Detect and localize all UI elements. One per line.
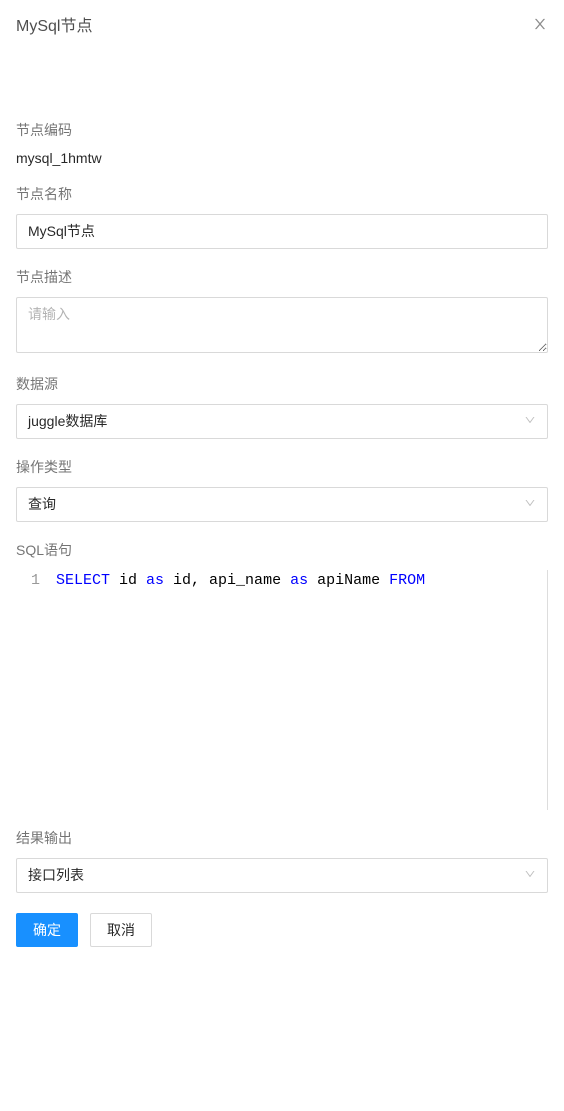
- sql-token: as: [146, 572, 164, 589]
- sql-token: id, api_name: [164, 572, 290, 589]
- modal-title: MySql节点: [16, 12, 92, 36]
- textarea-node-desc[interactable]: [16, 297, 548, 353]
- label-node-code: 节点编码: [16, 120, 548, 140]
- editor-gutter: 1: [16, 570, 56, 810]
- sql-token: as: [290, 572, 308, 589]
- select-op-type-value: 查询: [28, 494, 56, 515]
- field-op-type: 操作类型 查询: [16, 457, 548, 522]
- sql-token: FROM: [389, 572, 425, 589]
- label-node-desc: 节点描述: [16, 267, 548, 287]
- chevron-down-icon: [524, 496, 536, 514]
- select-datasource[interactable]: juggle数据库: [16, 404, 548, 439]
- input-node-name[interactable]: [16, 214, 548, 249]
- modal-footer: 确定 取消: [16, 913, 548, 947]
- field-sql: SQL语句 1 SELECT id as id, api_name as api…: [16, 540, 548, 810]
- value-node-code: mysql_1hmtw: [16, 150, 548, 166]
- sql-token: id: [110, 572, 146, 589]
- label-datasource: 数据源: [16, 374, 548, 394]
- field-result: 结果输出 接口列表: [16, 828, 548, 893]
- close-icon[interactable]: [532, 16, 548, 32]
- line-number: 1: [26, 572, 40, 589]
- select-op-type[interactable]: 查询: [16, 487, 548, 522]
- sql-token: apiName: [308, 572, 389, 589]
- label-sql: SQL语句: [16, 540, 548, 560]
- select-result[interactable]: 接口列表: [16, 858, 548, 893]
- field-datasource: 数据源 juggle数据库: [16, 374, 548, 439]
- field-node-code: 节点编码 mysql_1hmtw: [16, 120, 548, 166]
- label-result: 结果输出: [16, 828, 548, 848]
- sql-token: SELECT: [56, 572, 110, 589]
- modal-header: MySql节点: [0, 0, 564, 48]
- field-node-desc: 节点描述: [16, 267, 548, 356]
- modal-body: 节点编码 mysql_1hmtw 节点名称 节点描述 数据源 juggle数据库…: [0, 120, 564, 963]
- select-datasource-value: juggle数据库: [28, 411, 107, 432]
- chevron-down-icon: [524, 413, 536, 431]
- chevron-down-icon: [524, 867, 536, 885]
- label-op-type: 操作类型: [16, 457, 548, 477]
- field-node-name: 节点名称: [16, 184, 548, 249]
- label-node-name: 节点名称: [16, 184, 548, 204]
- sql-editor[interactable]: 1 SELECT id as id, api_name as apiName F…: [16, 570, 548, 810]
- mysql-node-modal: MySql节点 节点编码 mysql_1hmtw 节点名称 节点描述 数据源 j…: [0, 0, 564, 963]
- select-result-value: 接口列表: [28, 865, 84, 886]
- ok-button[interactable]: 确定: [16, 913, 78, 947]
- cancel-button[interactable]: 取消: [90, 913, 152, 947]
- editor-content[interactable]: SELECT id as id, api_name as apiName FRO…: [56, 570, 547, 810]
